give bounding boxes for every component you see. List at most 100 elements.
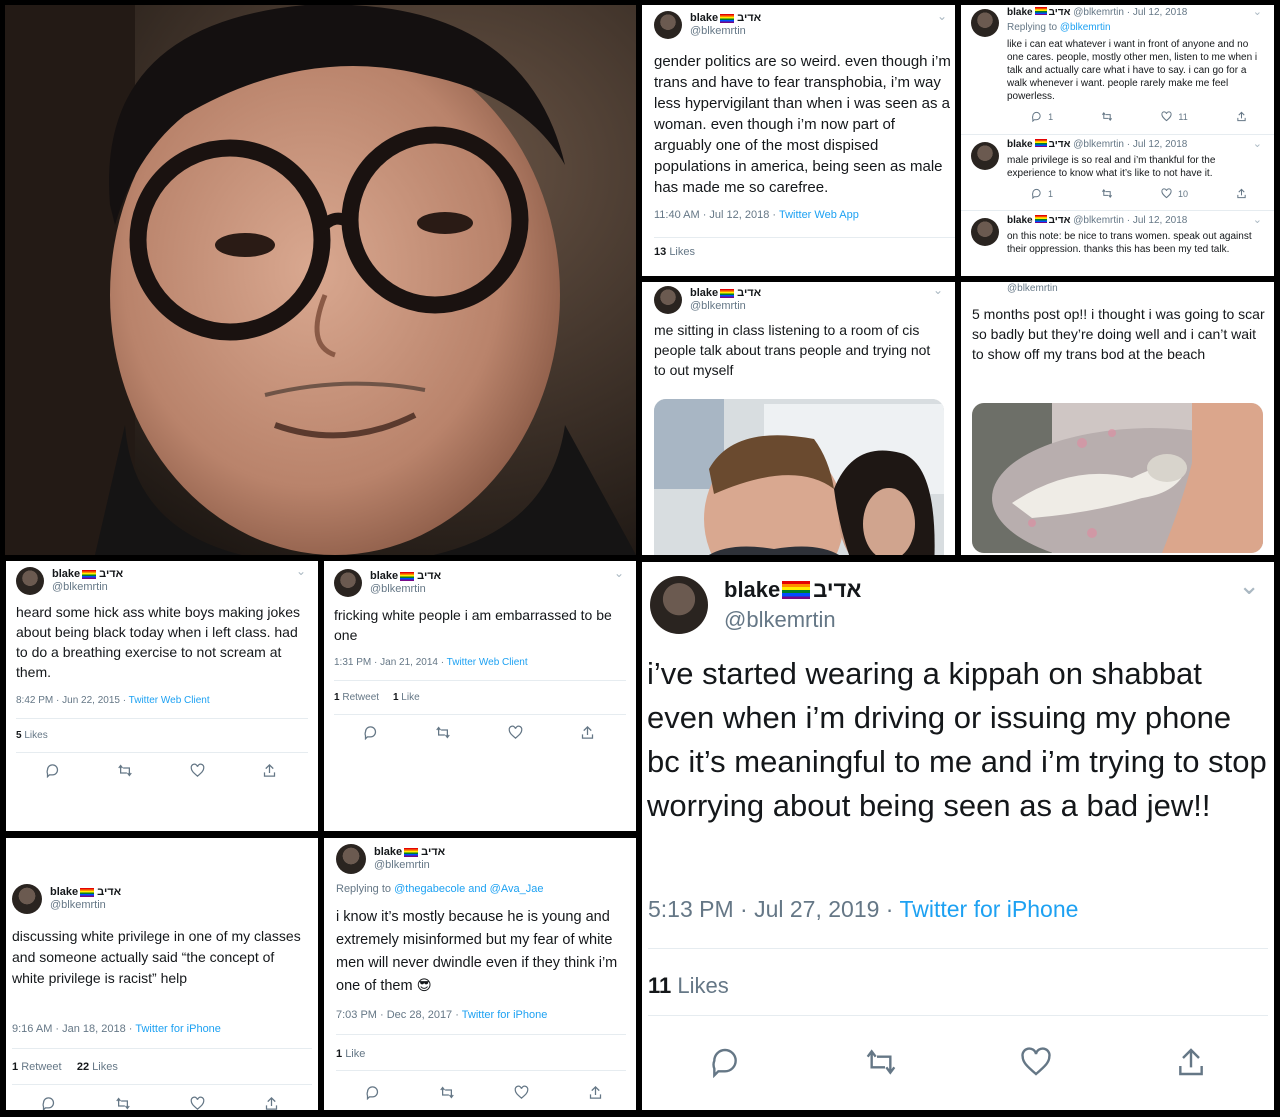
display-name[interactable]: blake (1007, 215, 1033, 226)
user-handle[interactable]: @blkemrtin (370, 583, 441, 596)
tweet-card-fricking[interactable]: blake אדיב @blkemrtin ⌄ fricking white pe… (324, 561, 636, 831)
tweet-card-fear[interactable]: blake אדיב @blkemrtin Replying to @thegab… (324, 838, 636, 1110)
retweet-button[interactable] (439, 1085, 455, 1100)
like-button[interactable] (190, 1096, 205, 1110)
reply-button[interactable] (363, 725, 378, 740)
avatar[interactable] (971, 9, 999, 37)
tweet-stats[interactable]: 1 Like (336, 1048, 365, 1060)
tweet-time[interactable]: 7:03 PM · Dec 28, 2017 · (336, 1009, 462, 1021)
chevron-down-icon[interactable]: ⌄ (1238, 570, 1260, 601)
avatar[interactable] (654, 286, 682, 314)
reply-button[interactable]: 1 (1031, 111, 1053, 122)
chevron-down-icon[interactable]: ⌄ (1253, 5, 1262, 18)
chevron-down-icon[interactable]: ⌄ (1253, 213, 1262, 226)
like-button[interactable] (190, 763, 205, 778)
display-name[interactable]: blake (374, 846, 402, 859)
tweet-card-white-privilege[interactable]: blake אדיב @blkemrtin discussing white pr… (6, 838, 318, 1110)
user-handle[interactable]: @blkemrtin (50, 899, 121, 912)
reply-button[interactable] (41, 1096, 56, 1110)
share-button[interactable] (588, 1085, 603, 1100)
share-button[interactable] (1236, 111, 1247, 122)
avatar[interactable] (334, 569, 362, 597)
retweet-button[interactable] (435, 725, 451, 740)
retweet-button[interactable] (864, 1046, 898, 1078)
user-handle[interactable]: @blkemrtin (52, 581, 123, 594)
tweet-thread-privilege[interactable]: blake אדיב @blkemrtin · Jul 12, 2018 ⌄ Re… (961, 5, 1274, 276)
share-button[interactable] (580, 725, 595, 740)
tweet-stats[interactable]: 1 Retweet 22 Likes (12, 1061, 118, 1073)
display-name[interactable]: blake (52, 568, 80, 581)
avatar[interactable] (16, 567, 44, 595)
tweet-time[interactable]: 8:42 PM · Jun 22, 2015 · (16, 695, 129, 706)
tweet-media-image[interactable] (972, 403, 1263, 553)
share-button[interactable] (264, 1096, 279, 1110)
user-handle[interactable]: @blkemrtin (690, 300, 761, 313)
tweet-date: · Jul 12, 2018 (1126, 7, 1188, 18)
user-handle[interactable]: @blkemrtin (374, 859, 445, 872)
chevron-down-icon[interactable]: ⌄ (933, 283, 943, 297)
tweet-stats[interactable]: 13 Likes (654, 246, 695, 258)
user-handle[interactable]: @blkemrtin (724, 607, 861, 633)
retweet-button[interactable] (1101, 111, 1113, 122)
chevron-down-icon[interactable]: ⌄ (614, 566, 624, 580)
reply-mention-link[interactable]: @thegabecole and @Ava_Jae (394, 883, 543, 895)
tweet-card-hick[interactable]: blake אדיב @blkemrtin ⌄ heard some hick a… (6, 561, 318, 831)
tweet-card-kippah[interactable]: blake אדיב @blkemrtin ⌄ i’ve started wear… (642, 562, 1274, 1110)
avatar[interactable] (971, 142, 999, 170)
share-button[interactable] (262, 763, 277, 778)
tweet-time[interactable]: 1:31 PM · Jan 21, 2014 · (334, 657, 447, 668)
like-button[interactable] (514, 1085, 529, 1100)
share-button[interactable] (1236, 188, 1247, 199)
display-name[interactable]: blake (1007, 139, 1033, 150)
tweet-stats[interactable]: 5 Likes (16, 730, 48, 741)
reply-button[interactable]: 1 (1031, 188, 1053, 199)
display-name[interactable]: blake (724, 577, 780, 603)
reply-mention-link[interactable]: @blkemrtin (1060, 22, 1111, 33)
share-button[interactable] (1175, 1046, 1207, 1078)
display-name[interactable]: blake (690, 12, 718, 25)
tweet-source-link[interactable]: Twitter Web Client (447, 657, 528, 668)
user-handle[interactable]: @blkemrtin (690, 25, 761, 38)
tweet-date: · Jul 12, 2018 (1126, 215, 1188, 226)
display-name[interactable]: blake (370, 570, 398, 583)
user-handle[interactable]: @blkemrtin (1073, 139, 1124, 150)
tweet-time[interactable]: 5:13 PM · Jul 27, 2019 · (648, 896, 899, 922)
user-handle[interactable]: @blkemrtin (1007, 283, 1058, 294)
avatar[interactable] (654, 11, 682, 39)
avatar[interactable] (336, 844, 366, 874)
reply-button[interactable] (365, 1085, 380, 1100)
tweet-card-gender[interactable]: blake אדיב @blkemrtin ⌄ gender politics a… (642, 5, 955, 276)
retweet-button[interactable] (1101, 188, 1113, 199)
like-button[interactable]: 11 (1161, 111, 1188, 122)
tweet-source-link[interactable]: Twitter Web App (779, 209, 859, 221)
retweet-button[interactable] (115, 1096, 131, 1110)
reply-button[interactable] (709, 1046, 741, 1078)
display-name[interactable]: blake (690, 287, 718, 300)
chevron-down-icon[interactable]: ⌄ (937, 9, 947, 23)
like-button[interactable] (508, 725, 523, 740)
tweet-card-postop[interactable]: @blkemrtin 5 months post op!! i thought … (961, 282, 1274, 555)
tweet-time[interactable]: 9:16 AM · Jan 18, 2018 · (12, 1023, 135, 1035)
avatar[interactable] (971, 218, 999, 246)
tweet-stats[interactable]: 11 Likes (648, 973, 729, 999)
tweet-source-link[interactable]: Twitter for iPhone (899, 896, 1078, 922)
chevron-down-icon[interactable]: ⌄ (1253, 137, 1262, 150)
tweet-source-link[interactable]: Twitter Web Client (129, 695, 210, 706)
like-button[interactable] (1020, 1046, 1052, 1078)
display-name[interactable]: blake (1007, 7, 1033, 18)
avatar[interactable] (650, 576, 708, 634)
retweet-button[interactable] (117, 763, 133, 778)
tweet-stats[interactable]: 1 Retweet 1 Like (334, 692, 420, 703)
user-handle[interactable]: @blkemrtin (1073, 215, 1124, 226)
reply-button[interactable] (45, 763, 60, 778)
tweet-time[interactable]: 11:40 AM · Jul 12, 2018 · (654, 209, 779, 221)
display-name[interactable]: blake (50, 886, 78, 899)
chevron-down-icon[interactable]: ⌄ (296, 564, 306, 578)
tweet-card-class[interactable]: blake אדיב @blkemrtin ⌄ me sitting in cla… (642, 282, 955, 555)
tweet-media-image[interactable] (654, 399, 944, 555)
user-handle[interactable]: @blkemrtin (1073, 7, 1124, 18)
like-button[interactable]: 10 (1161, 188, 1188, 199)
avatar[interactable] (12, 884, 42, 914)
tweet-source-link[interactable]: Twitter for iPhone (462, 1009, 548, 1021)
tweet-source-link[interactable]: Twitter for iPhone (135, 1023, 221, 1035)
